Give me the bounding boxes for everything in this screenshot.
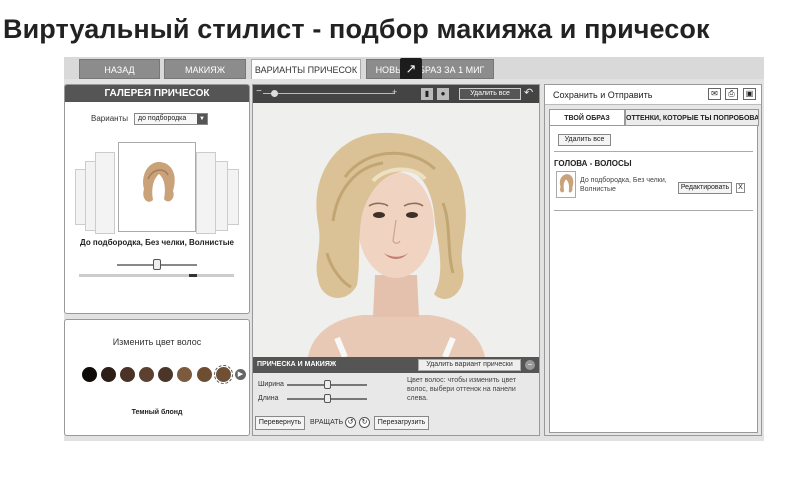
page-title: Виртуальный стилист - подбор макияжа и п… (3, 14, 710, 44)
save-row: Сохранить и Отправить ✉ ⎙ ▣ (545, 85, 761, 105)
play-icon[interactable]: ▶ (235, 369, 246, 380)
controls-title: ПРИЧЕСКА И МАКИЯЖ (257, 361, 337, 368)
remove-all-look-button[interactable]: Удалить все (558, 134, 611, 146)
hairstyle-gallery: ГАЛЕРЕЯ ПРИЧЕСОК Варианты до подбородка … (64, 84, 250, 314)
external-link-icon[interactable]: ↗ (400, 58, 422, 80)
edit-button[interactable]: Редактировать (678, 182, 732, 194)
your-look-content: Удалить все ГОЛОВА - ВОЛОСЫ До подбородк… (549, 125, 758, 433)
hairstyle-thumbnail (143, 161, 175, 202)
width-slider-knob[interactable] (324, 380, 331, 389)
hair-color-hint: Цвет волос: чтобы изменить цвет волос, в… (407, 377, 517, 402)
tab-new-look[interactable]: НОВЫЙ ОБРАЗ ЗА 1 МИГ (366, 59, 494, 79)
gallery-title: ГАЛЕРЕЯ ПРИЧЕСОК (65, 85, 249, 102)
compare-icon[interactable]: ▮ (421, 88, 433, 100)
preview-toolbar: − + ▮ ● Удалить все ↶ (253, 85, 539, 103)
color-swatch[interactable] (139, 367, 154, 382)
divider (554, 151, 753, 152)
zoom-slider-knob[interactable] (270, 90, 278, 97)
length-slider-knob[interactable] (324, 394, 331, 403)
tab-hairstyles[interactable]: ВАРИАНТЫ ПРИЧЕСОК (251, 59, 361, 80)
rotate-label: ВРАЩАТЬ (310, 419, 344, 426)
person-icon[interactable]: ● (437, 88, 449, 100)
zoom-out-icon[interactable]: − (256, 86, 262, 97)
rotate-left-icon[interactable]: ↺ (345, 417, 356, 428)
gallery-scrollbar[interactable] (79, 274, 234, 277)
look-item-description: До подбородка, Без челки, Волнистые (580, 177, 667, 193)
gallery-card[interactable] (196, 152, 216, 234)
rotate-right-icon[interactable]: ↻ (359, 417, 370, 428)
variants-select[interactable]: до подбородка ▼ (134, 113, 208, 125)
section-head-hair: ГОЛОВА - ВОЛОСЫ (554, 159, 632, 168)
zoom-slider[interactable] (263, 93, 395, 94)
variants-label: Варианты (91, 114, 128, 123)
color-swatch[interactable] (214, 365, 233, 384)
width-label: Ширина (258, 381, 284, 388)
tab-makeup[interactable]: МАКИЯЖ (164, 59, 246, 79)
look-item-thumbnail (556, 171, 576, 198)
gallery-caption: До подбородка, Без челки, Волнистые (80, 238, 234, 247)
color-swatch[interactable] (82, 367, 97, 382)
gallery-slider-knob[interactable] (153, 259, 161, 270)
controls-header: ПРИЧЕСКА И МАКИЯЖ Удалить вариант причес… (253, 357, 539, 373)
gallery-scroll-thumb[interactable] (189, 274, 197, 277)
tab-back[interactable]: НАЗАД (79, 59, 160, 79)
hair-color-title: Изменить цвет волос (112, 337, 202, 347)
zoom-in-icon[interactable]: + (392, 87, 397, 97)
remove-item-button[interactable]: X (736, 183, 745, 193)
save-icon[interactable]: ▣ (743, 88, 756, 100)
chevron-down-icon: ▼ (197, 114, 207, 124)
gallery-card[interactable] (95, 152, 115, 234)
divider (554, 210, 753, 211)
preview-panel: − + ▮ ● Удалить все ↶ ПРИЧЕСКА И МАКИЯЖ … (252, 84, 540, 436)
flip-button[interactable]: Перевернуть (255, 416, 305, 430)
reload-button[interactable]: Перезагрузить (374, 416, 429, 430)
color-swatch[interactable] (158, 367, 173, 382)
gallery-card-selected[interactable] (118, 142, 196, 232)
color-swatch[interactable] (101, 367, 116, 382)
model-photo (253, 103, 539, 357)
color-swatch[interactable] (177, 367, 192, 382)
undo-icon[interactable]: ↶ (524, 86, 533, 99)
tab-tried-shades[interactable]: ОТТЕНКИ, КОТОРЫЕ ТЫ ПОПРОБОВАЛА (625, 109, 759, 126)
variants-value: до подбородка (138, 115, 187, 122)
hairstyle-mini-icon (559, 174, 574, 193)
collapse-icon[interactable]: − (525, 360, 535, 370)
color-swatch[interactable] (120, 367, 135, 382)
selected-color-name: Темный блонд (131, 409, 183, 416)
remove-all-button[interactable]: Удалить все (459, 88, 521, 100)
tab-your-look[interactable]: ТВОЙ ОБРАЗ (549, 109, 625, 126)
your-look-panel: Сохранить и Отправить ✉ ⎙ ▣ ТВОЙ ОБРАЗ О… (544, 84, 762, 436)
save-and-send-button[interactable]: Сохранить и Отправить (553, 90, 652, 100)
mail-icon[interactable]: ✉ (708, 88, 721, 100)
length-label: Длина (258, 395, 279, 402)
remove-variant-button[interactable]: Удалить вариант прически (418, 359, 521, 371)
color-swatch[interactable] (197, 367, 212, 382)
controls-area: Ширина Длина Цвет волос: чтобы изменить … (253, 373, 539, 435)
hair-color-panel: Изменить цвет волос ▶ Темный блонд (64, 319, 250, 436)
print-icon[interactable]: ⎙ (725, 88, 738, 100)
